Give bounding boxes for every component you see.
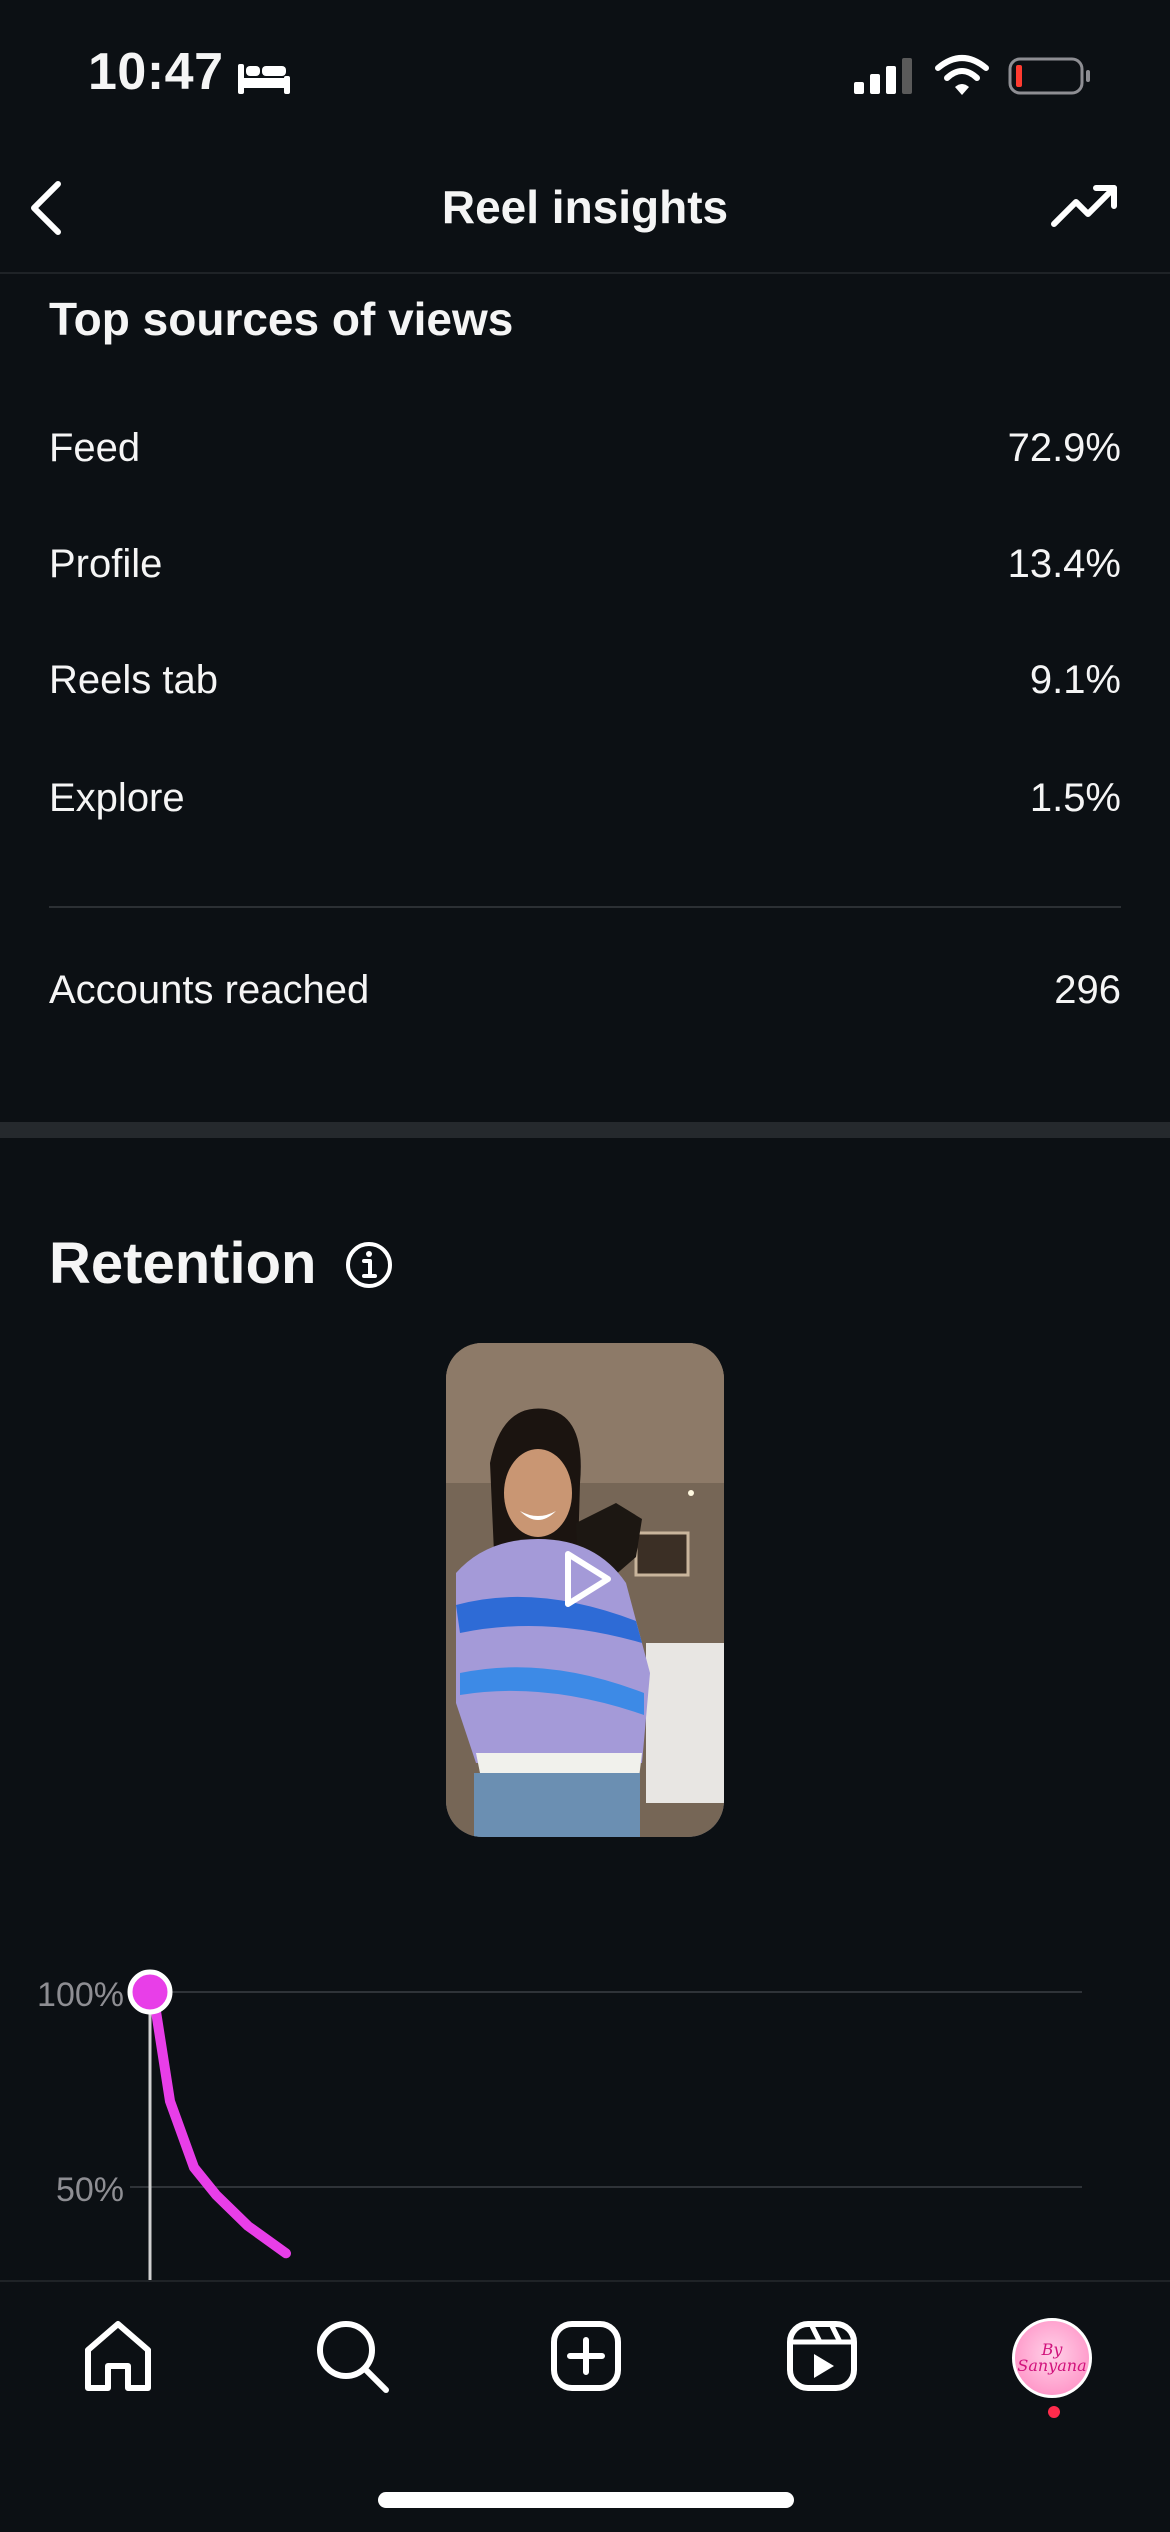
source-row-reels-tab: Reels tab 9.1% — [49, 650, 1121, 710]
status-time: 10:47 — [88, 43, 224, 101]
source-label: Profile — [49, 541, 163, 586]
source-label: Reels tab — [49, 657, 218, 702]
create-icon[interactable] — [546, 2316, 626, 2396]
retention-line — [145, 1987, 291, 2259]
info-icon[interactable] — [344, 1240, 394, 1290]
source-value: 13.4% — [1007, 541, 1121, 586]
source-value: 9.1% — [1029, 657, 1121, 702]
source-label: Feed — [49, 425, 141, 470]
wifi-icon — [935, 55, 989, 95]
home-icon[interactable] — [78, 2316, 158, 2396]
source-row-explore: Explore 1.5% — [49, 768, 1121, 828]
accounts-reached-label: Accounts reached — [49, 967, 370, 1012]
battery-low-icon — [1008, 57, 1090, 95]
notification-dot — [1048, 2406, 1060, 2418]
source-value: 72.9% — [1007, 425, 1121, 470]
source-row-profile: Profile 13.4% — [49, 534, 1121, 594]
bed-icon — [238, 64, 290, 94]
accounts-reached-value: 296 — [1054, 967, 1121, 1012]
sources-title: Top sources of views — [49, 293, 514, 345]
source-row-feed: Feed 72.9% — [49, 418, 1121, 478]
y-tick-50: 50% — [56, 2171, 124, 2209]
search-icon[interactable] — [312, 2316, 392, 2396]
retention-chart: 100% 50% — [37, 1969, 1082, 2280]
cellular-signal-icon — [854, 58, 912, 94]
header-divider — [0, 272, 1170, 274]
retention-title: Retention — [49, 1231, 317, 1296]
retention-point-start — [127, 1969, 173, 2015]
home-indicator[interactable] — [378, 2492, 794, 2508]
play-icon[interactable] — [546, 1540, 624, 1618]
trending-up-icon[interactable] — [1050, 180, 1120, 234]
accounts-reached-row: Accounts reached 296 — [49, 960, 1121, 1020]
page-title: Reel insights — [441, 181, 729, 233]
profile-avatar[interactable]: By Sanyana — [1012, 2318, 1092, 2398]
avatar-logo-text: By Sanyana — [1017, 2340, 1087, 2375]
source-label: Explore — [49, 775, 185, 820]
source-value: 1.5% — [1029, 775, 1121, 820]
y-tick-100: 100% — [37, 1976, 124, 2014]
divider — [49, 906, 1121, 908]
reels-icon[interactable] — [782, 2316, 862, 2396]
section-divider — [0, 1122, 1170, 1138]
